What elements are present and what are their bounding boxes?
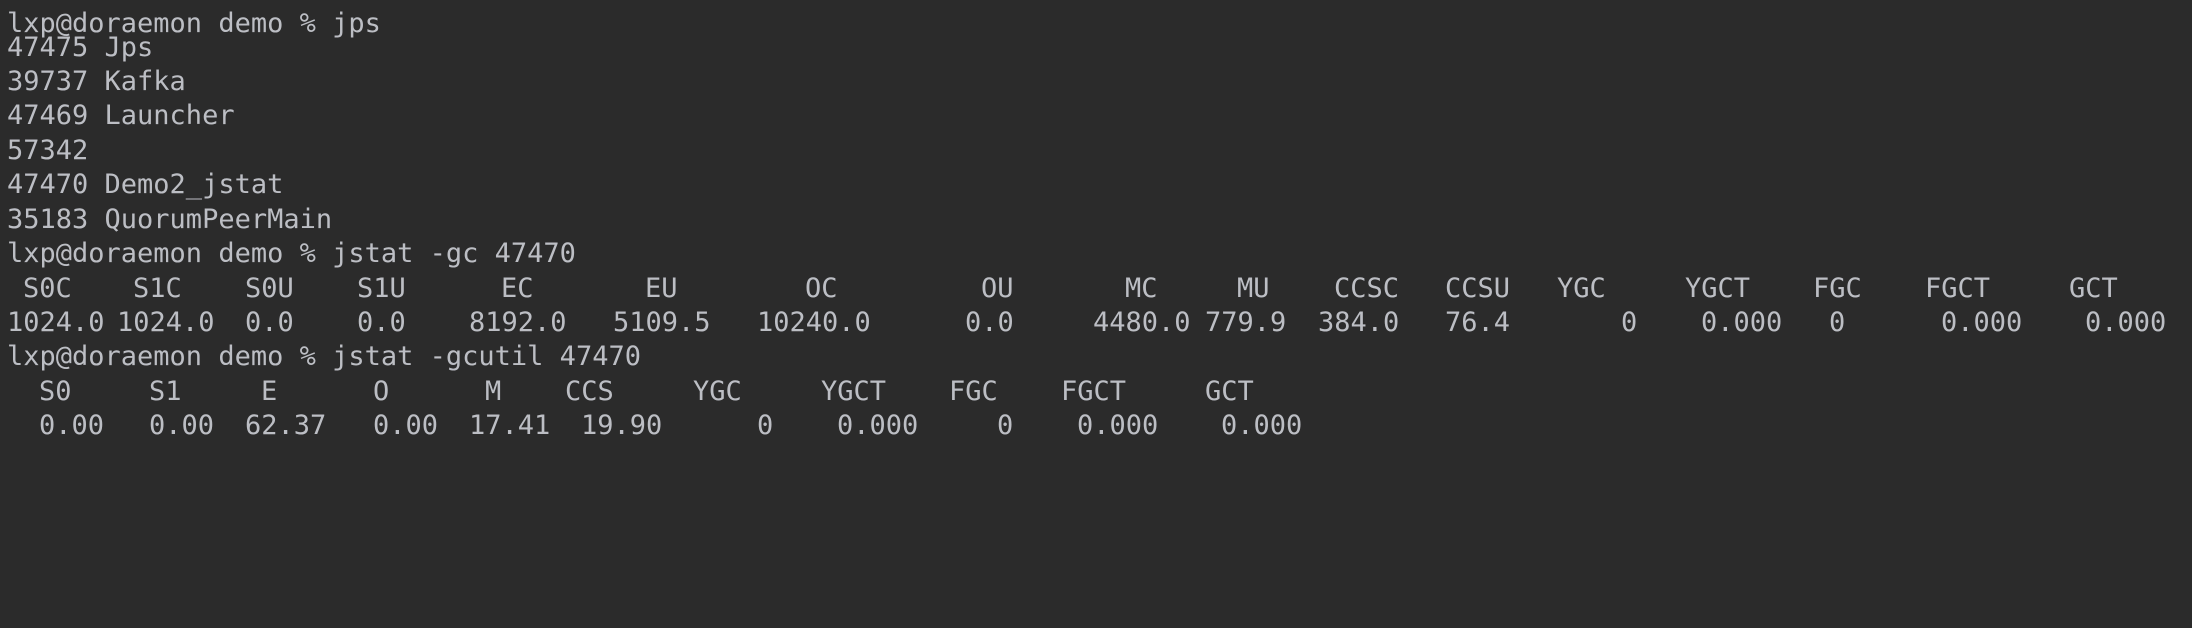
gc-header-cell: YGC	[1557, 273, 1606, 304]
gcutil-header-cell: FGC	[949, 376, 998, 407]
gc-value-cell: 0.0	[965, 307, 1014, 338]
gcutil-value-cell: 62.37	[245, 410, 327, 441]
gcutil-value-cell: 0.00	[373, 410, 439, 441]
gc-value-cell: 0	[1829, 307, 1846, 338]
gc-value-cell: 779.9	[1205, 307, 1287, 338]
gcutil-value-cell: 0.000	[837, 410, 919, 441]
command-text: jps	[332, 8, 381, 39]
command-line-jstat-gcutil: lxp@doraemon demo % jstat -gcutil 47470	[7, 333, 641, 381]
gc-value-cell: 0	[1621, 307, 1638, 338]
gcutil-value-cell: 0.00	[149, 410, 215, 441]
gcutil-value-cell: 17.41	[469, 410, 551, 441]
gcutil-value-cell: 0.00	[39, 410, 105, 441]
gcutil-value-cell: 0	[757, 410, 774, 441]
gc-value-cell: 0.000	[1701, 307, 1783, 338]
gcutil-value-cell: 0	[997, 410, 1014, 441]
gcutil-header-cell: YGC	[693, 376, 742, 407]
gc-value-cell: 4480.0	[1093, 307, 1191, 338]
gc-value-cell: 384.0	[1318, 307, 1400, 338]
gc-value-cell: 76.4	[1445, 307, 1511, 338]
gc-value-cell: 10240.0	[757, 307, 871, 338]
gc-value-cell: 0.000	[1941, 307, 2023, 338]
gcutil-value-cell: 0.000	[1077, 410, 1159, 441]
gcutil-value-cell: 0.000	[1221, 410, 1303, 441]
terminal-window[interactable]: lxp@doraemon demo % jps 47475 Jps 39737 …	[0, 0, 2192, 628]
gc-value-cell: 0.000	[2085, 307, 2167, 338]
gcutil-value-cell: 19.90	[581, 410, 663, 441]
